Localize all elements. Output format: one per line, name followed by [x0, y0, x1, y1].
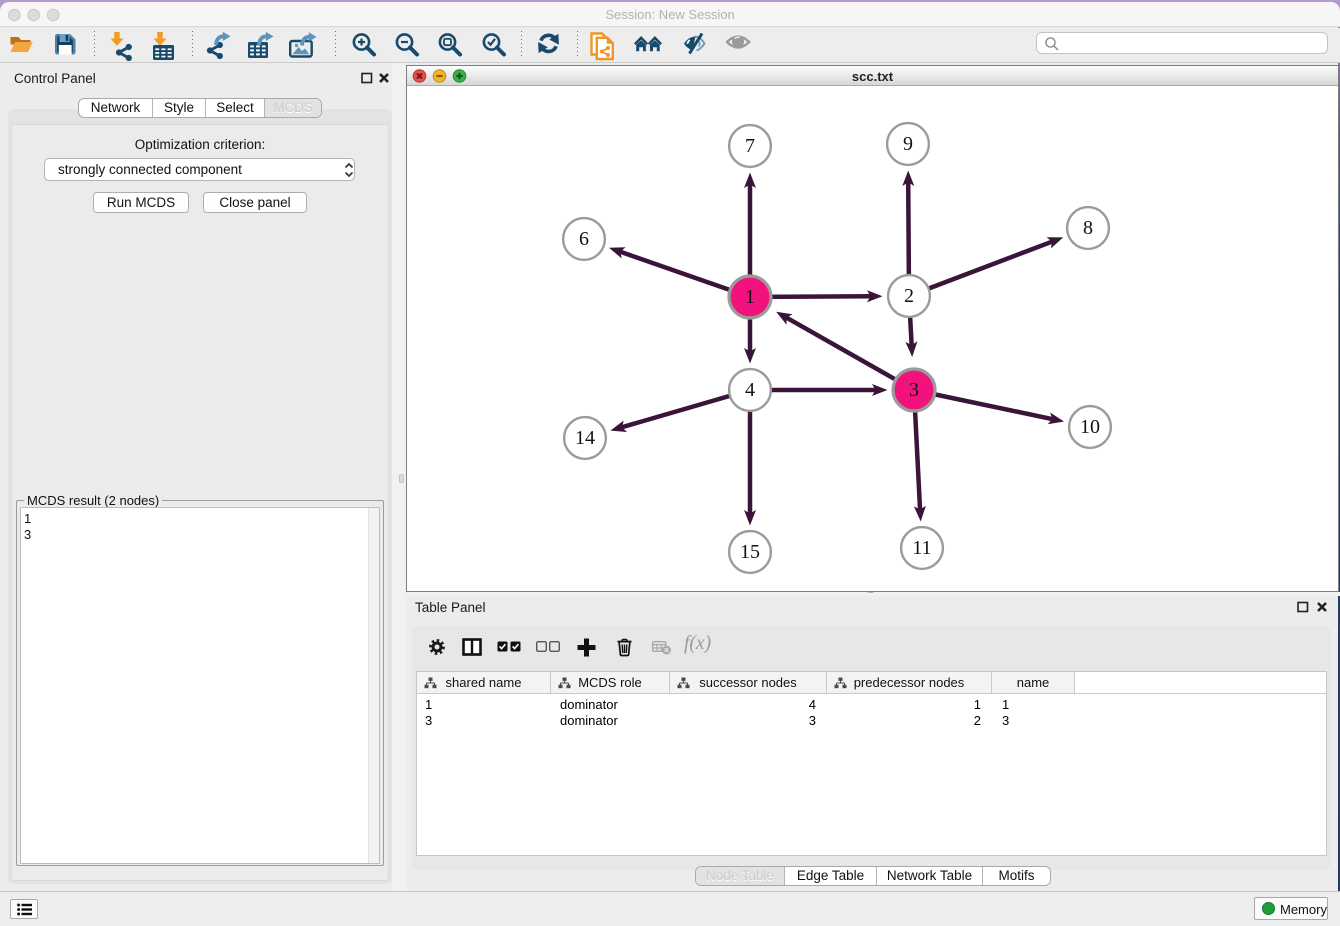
svg-text:14: 14 — [575, 427, 595, 449]
svg-text:3: 3 — [909, 379, 919, 401]
svg-text:7: 7 — [745, 135, 755, 157]
svg-text:2: 2 — [904, 285, 914, 307]
svg-text:9: 9 — [903, 133, 913, 155]
svg-text:8: 8 — [1083, 217, 1093, 239]
svg-text:15: 15 — [740, 541, 760, 563]
svg-text:6: 6 — [579, 228, 589, 250]
svg-text:4: 4 — [745, 379, 755, 401]
svg-text:10: 10 — [1080, 416, 1100, 438]
svg-text:1: 1 — [745, 286, 755, 308]
svg-text:11: 11 — [912, 537, 931, 559]
